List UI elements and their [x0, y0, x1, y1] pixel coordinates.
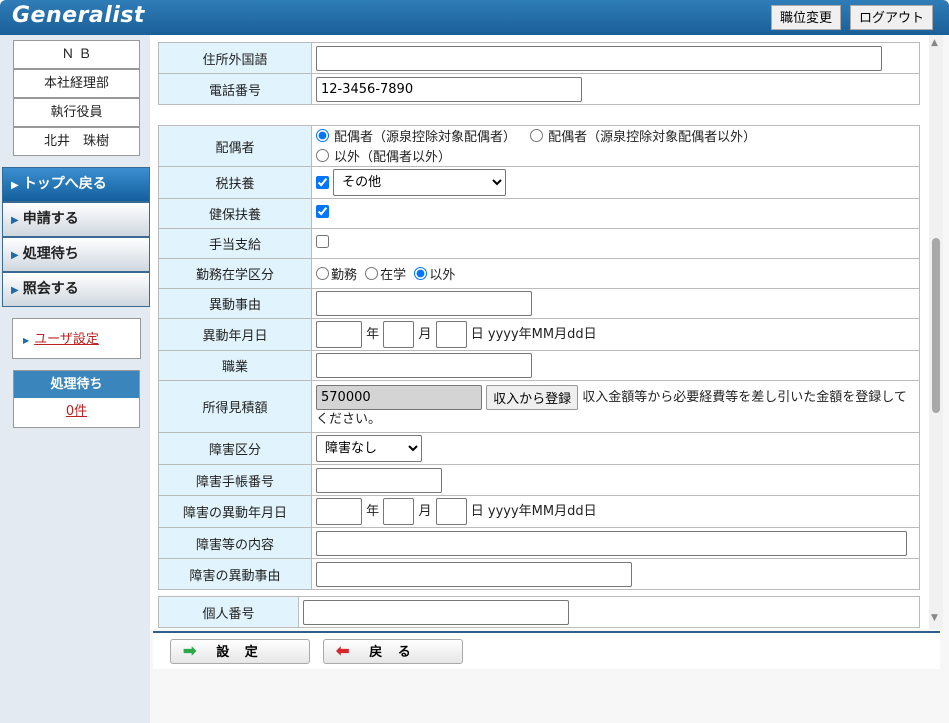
- my-number-table: 個人番号: [158, 596, 920, 628]
- scrollbar-thumb[interactable]: [932, 238, 940, 413]
- label: 手当支給: [158, 228, 312, 259]
- disability-year-input[interactable]: [316, 498, 362, 525]
- address-foreign-input[interactable]: [316, 45, 882, 71]
- action-bar: ➡ 設 定 ⬅ 戻 る: [153, 633, 940, 669]
- triangle-right-icon: ▶: [11, 180, 19, 191]
- work-radio[interactable]: 勤務: [316, 264, 357, 283]
- set-button[interactable]: ➡ 設 定: [170, 639, 310, 664]
- register-from-income-button[interactable]: 収入から登録: [486, 385, 579, 410]
- logout-button[interactable]: ログアウト: [850, 5, 934, 30]
- pending-title: 処理待ち: [13, 370, 140, 399]
- main-content: 住所外国語 電話番号 配偶者 配偶者（源泉控除対象配偶者） 配偶者（源泉控除対象…: [150, 35, 949, 723]
- back-button[interactable]: ⬅ 戻 る: [323, 639, 463, 664]
- triangle-right-icon: ▶: [23, 336, 30, 345]
- nav-top[interactable]: ▶ トップへ戻る: [2, 167, 150, 202]
- label: 障害の異動年月日: [158, 495, 312, 528]
- label: 異動年月日: [158, 318, 312, 351]
- nav-pending[interactable]: ▶ 処理待ち: [2, 237, 150, 272]
- health-dependent-checkbox[interactable]: [316, 205, 329, 218]
- label: 異動事由: [158, 288, 312, 319]
- pending-count-box: 0件: [13, 398, 140, 428]
- phone-input[interactable]: [316, 76, 582, 102]
- label: 税扶養: [158, 166, 312, 199]
- allowance-checkbox[interactable]: [316, 235, 329, 248]
- tax-dependent-select[interactable]: その他: [333, 169, 507, 196]
- tax-dependent-checkbox[interactable]: [316, 176, 329, 189]
- change-reason-input[interactable]: [316, 291, 532, 316]
- change-month-input[interactable]: [383, 321, 415, 348]
- user-settings-link[interactable]: ユーザ設定: [34, 332, 99, 347]
- company-code: Ｎ Ｂ: [13, 40, 140, 69]
- triangle-right-icon: ▶: [11, 215, 19, 226]
- my-number-input[interactable]: [303, 599, 569, 625]
- spouse-radio-2[interactable]: 配偶者（源泉控除対象配偶者以外）: [530, 126, 756, 145]
- position: 執行役員: [13, 98, 140, 127]
- label: 所得見積額: [158, 380, 312, 433]
- change-day-input[interactable]: [435, 321, 467, 348]
- nav-label: 処理待ち: [22, 246, 79, 262]
- label: 配偶者: [158, 125, 312, 167]
- scroll-down-icon[interactable]: ▼: [931, 613, 938, 623]
- disability-reason-input[interactable]: [316, 561, 632, 587]
- disability-select[interactable]: 障害なし: [316, 435, 422, 462]
- label: 個人番号: [158, 596, 299, 628]
- scrollbar[interactable]: ▲ ▼: [929, 35, 943, 629]
- nav-label: トップへ戻る: [22, 176, 107, 192]
- logo: Generalist: [12, 3, 145, 28]
- nav-apply[interactable]: ▶ 申請する: [2, 202, 150, 237]
- nav-label: 申請する: [22, 211, 79, 227]
- label: 健保扶養: [158, 198, 312, 229]
- arrow-right-icon: ➡: [183, 643, 197, 660]
- disability-month-input[interactable]: [383, 498, 415, 525]
- pending-count-link[interactable]: 0件: [66, 404, 87, 419]
- occupation-input[interactable]: [316, 353, 532, 378]
- address-table: 住所外国語 電話番号: [158, 42, 920, 105]
- label: 障害区分: [158, 432, 312, 465]
- other-radio[interactable]: 以外: [414, 264, 455, 283]
- disability-day-input[interactable]: [435, 498, 467, 525]
- label: 障害手帳番号: [158, 464, 312, 496]
- position-change-button[interactable]: 職位変更: [771, 5, 842, 30]
- user-name: 北井 珠樹: [13, 127, 140, 156]
- change-year-input[interactable]: [316, 321, 362, 348]
- arrow-left-icon: ⬅: [336, 643, 350, 660]
- family-table: 配偶者 配偶者（源泉控除対象配偶者） 配偶者（源泉控除対象配偶者以外） 以外（配…: [158, 125, 920, 590]
- disability-detail-input[interactable]: [316, 530, 907, 556]
- nav-inquiry[interactable]: ▶ 照会する: [2, 272, 150, 307]
- triangle-right-icon: ▶: [11, 285, 19, 296]
- app-header: Generalist 職位変更 ログアウト: [0, 0, 949, 35]
- income-estimate-input: [316, 385, 482, 410]
- study-radio[interactable]: 在学: [365, 264, 406, 283]
- spouse-radio-1[interactable]: 配偶者（源泉控除対象配偶者）: [316, 126, 516, 145]
- label: 勤務在学区分: [158, 258, 312, 289]
- form-scroll-area: 住所外国語 電話番号 配偶者 配偶者（源泉控除対象配偶者） 配偶者（源泉控除対象…: [150, 35, 943, 629]
- label: 住所外国語: [158, 42, 312, 74]
- label: 電話番号: [158, 73, 312, 105]
- department: 本社経理部: [13, 69, 140, 98]
- label: 障害等の内容: [158, 527, 312, 559]
- spouse-radio-3[interactable]: 以外（配偶者以外）: [316, 146, 451, 165]
- nav-label: 照会する: [22, 281, 79, 297]
- scroll-up-icon[interactable]: ▲: [931, 38, 938, 48]
- user-settings-box: ▶ ユーザ設定: [12, 318, 141, 359]
- triangle-right-icon: ▶: [11, 250, 19, 261]
- disability-book-input[interactable]: [316, 467, 442, 493]
- label: 障害の異動事由: [158, 558, 312, 590]
- label: 職業: [158, 350, 312, 381]
